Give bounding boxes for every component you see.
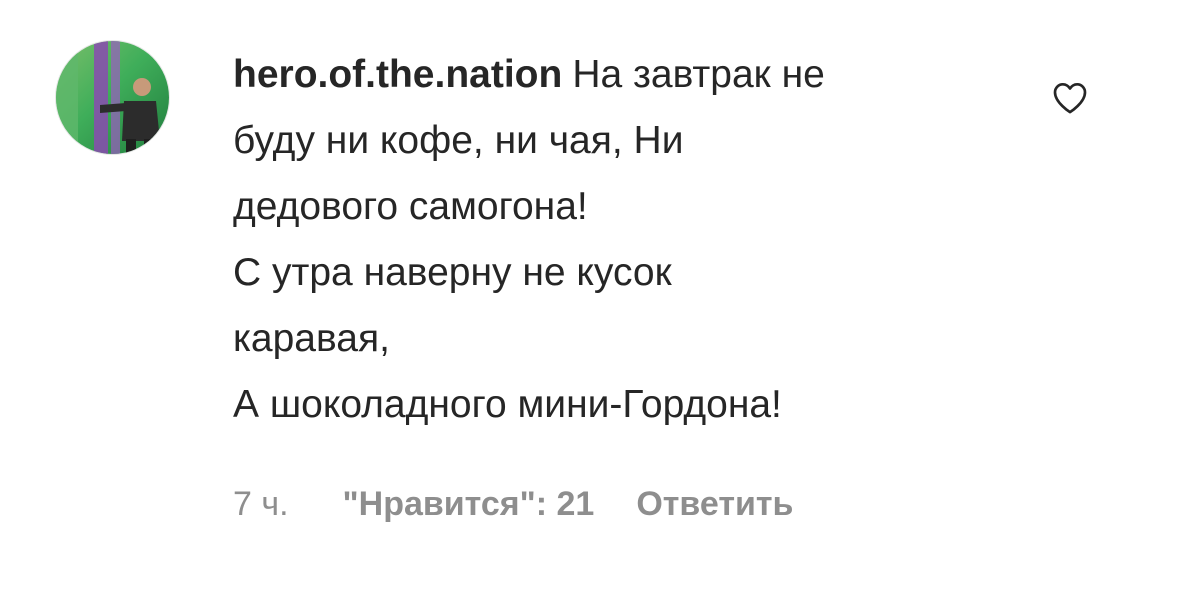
comment-text-line: буду ни кофе, ни чая, Ни bbox=[233, 119, 684, 162]
comment-body: hero.of.the.nation На завтрак не буду ни … bbox=[233, 42, 1013, 438]
avatar-image bbox=[56, 41, 169, 154]
comment-text-line: С утра наверну не кусок bbox=[233, 251, 672, 294]
comment-likes-count[interactable]: "Нравится": 21 bbox=[343, 485, 595, 524]
comment-text-line: На завтрак не bbox=[572, 53, 825, 96]
like-button[interactable] bbox=[1046, 74, 1094, 122]
user-avatar[interactable] bbox=[55, 40, 170, 155]
comment-text-line: каравая, bbox=[233, 317, 390, 360]
comment-text: hero.of.the.nation На завтрак не буду ни … bbox=[233, 42, 1013, 438]
comment-meta: 7 ч. "Нравится": 21 Ответить bbox=[233, 485, 793, 524]
comment-text-line: дедового самогона! bbox=[233, 185, 588, 228]
comment-timestamp[interactable]: 7 ч. bbox=[233, 485, 289, 524]
comment-item: hero.of.the.nation На завтрак не буду ни … bbox=[0, 0, 1193, 600]
heart-outline-icon bbox=[1053, 83, 1087, 114]
comment-username[interactable]: hero.of.the.nation bbox=[233, 53, 562, 96]
reply-button[interactable]: Ответить bbox=[636, 485, 793, 524]
comment-text-line: А шоколадного мини-Гордона! bbox=[233, 383, 782, 426]
